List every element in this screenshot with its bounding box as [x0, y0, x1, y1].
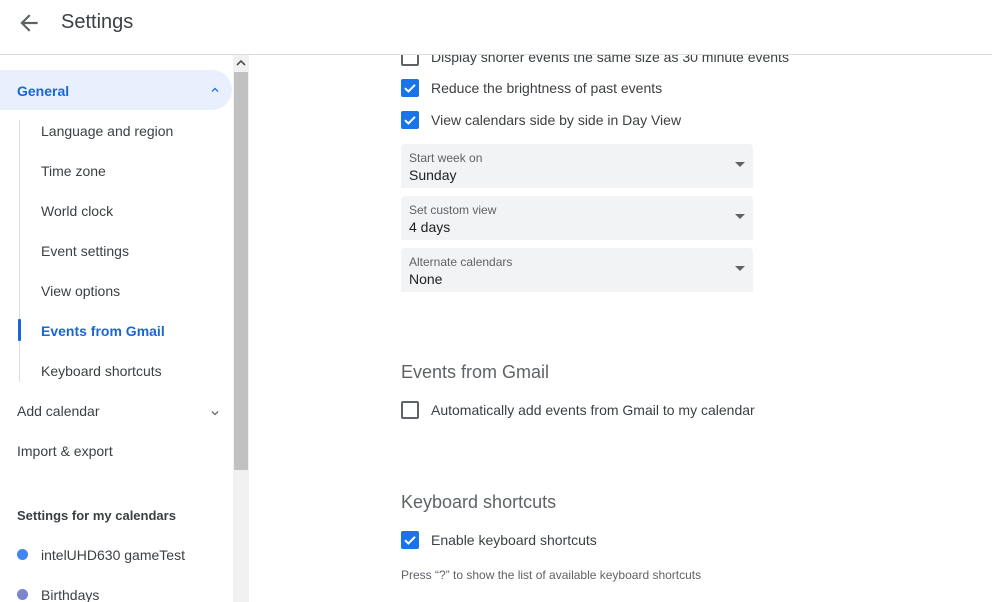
dropdown-arrow-icon: [735, 214, 745, 219]
select-value: None: [409, 271, 443, 287]
page-title: Settings: [61, 11, 134, 33]
sidebar-item-view-options[interactable]: View options: [41, 283, 120, 299]
select-caption: Set custom view: [409, 203, 497, 217]
select-caption: Start week on: [409, 151, 483, 165]
sidebar-item-calendar-intelUHD630[interactable]: intelUHD630 gameTest: [41, 547, 185, 563]
check-icon: [404, 116, 416, 125]
select-caption: Alternate calendars: [409, 255, 513, 269]
select-value: Sunday: [409, 167, 457, 183]
select-start-week[interactable]: Start week on Sunday: [401, 144, 753, 188]
sidebar-item-keyboard-shortcuts[interactable]: Keyboard shortcuts: [41, 363, 162, 379]
tree-guide-line: [19, 120, 20, 382]
checkbox-label: Display shorter events the same size as …: [431, 55, 789, 65]
sidebar-item-time-zone[interactable]: Time zone: [41, 163, 106, 179]
sidebar-item-add-calendar[interactable]: Add calendar: [17, 403, 100, 419]
select-custom-view[interactable]: Set custom view 4 days: [401, 196, 753, 240]
sidebar-item-label: General: [17, 83, 70, 99]
sidebar-item-world-clock[interactable]: World clock: [41, 203, 113, 219]
active-indicator: [18, 319, 21, 341]
back-button[interactable]: [16, 10, 42, 36]
checkbox-label: Enable keyboard shortcuts: [431, 532, 597, 548]
dropdown-arrow-icon: [735, 162, 745, 167]
section-title-events-from-gmail: Events from Gmail: [401, 362, 550, 382]
sidebar-item-import-export[interactable]: Import & export: [17, 443, 113, 459]
arrow-back-icon: [20, 14, 38, 32]
calendar-color-dot: [17, 589, 28, 600]
sidebar-scrollbar[interactable]: [233, 55, 249, 602]
select-alternate-calendars[interactable]: Alternate calendars None: [401, 248, 753, 292]
check-icon: [404, 84, 416, 93]
chevron-up-icon[interactable]: [208, 83, 222, 97]
keyboard-shortcuts-help: Press “?” to show the list of available …: [401, 568, 702, 582]
checkbox-label: View calendars side by side in Day View: [431, 112, 682, 128]
sidebar-item-language-region[interactable]: Language and region: [41, 123, 173, 139]
settings-sidebar: General Language and region Time zone Wo…: [0, 55, 233, 602]
scrollbar-thumb[interactable]: [234, 72, 248, 470]
section-title-keyboard-shortcuts: Keyboard shortcuts: [401, 492, 557, 512]
checkbox-shorter-events[interactable]: [401, 55, 419, 66]
checkbox-auto-add-gmail[interactable]: [401, 401, 419, 419]
sidebar-item-general[interactable]: General: [0, 70, 232, 110]
checkbox-label: Reduce the brightness of past events: [431, 80, 663, 96]
scroll-up-arrow-icon[interactable]: [233, 55, 249, 71]
header-bar: Settings: [0, 0, 992, 54]
sidebar-item-events-from-gmail[interactable]: Events from Gmail: [41, 323, 165, 339]
my-calendars-header: Settings for my calendars: [17, 508, 176, 523]
checkbox-side-by-side[interactable]: [401, 111, 419, 129]
checkbox-enable-shortcuts[interactable]: [401, 531, 419, 549]
select-value: 4 days: [409, 219, 451, 235]
calendar-color-dot: [17, 549, 28, 560]
sidebar-item-event-settings[interactable]: Event settings: [41, 243, 129, 259]
dropdown-arrow-icon: [735, 266, 745, 271]
checkbox-label: Automatically add events from Gmail to m…: [431, 402, 755, 418]
sidebar-item-calendar-birthdays[interactable]: Birthdays: [41, 587, 99, 602]
chevron-down-icon[interactable]: [208, 406, 222, 420]
check-icon: [404, 536, 416, 545]
settings-main-panel: Display shorter events the same size as …: [249, 55, 992, 602]
checkbox-reduce-brightness[interactable]: [401, 79, 419, 97]
